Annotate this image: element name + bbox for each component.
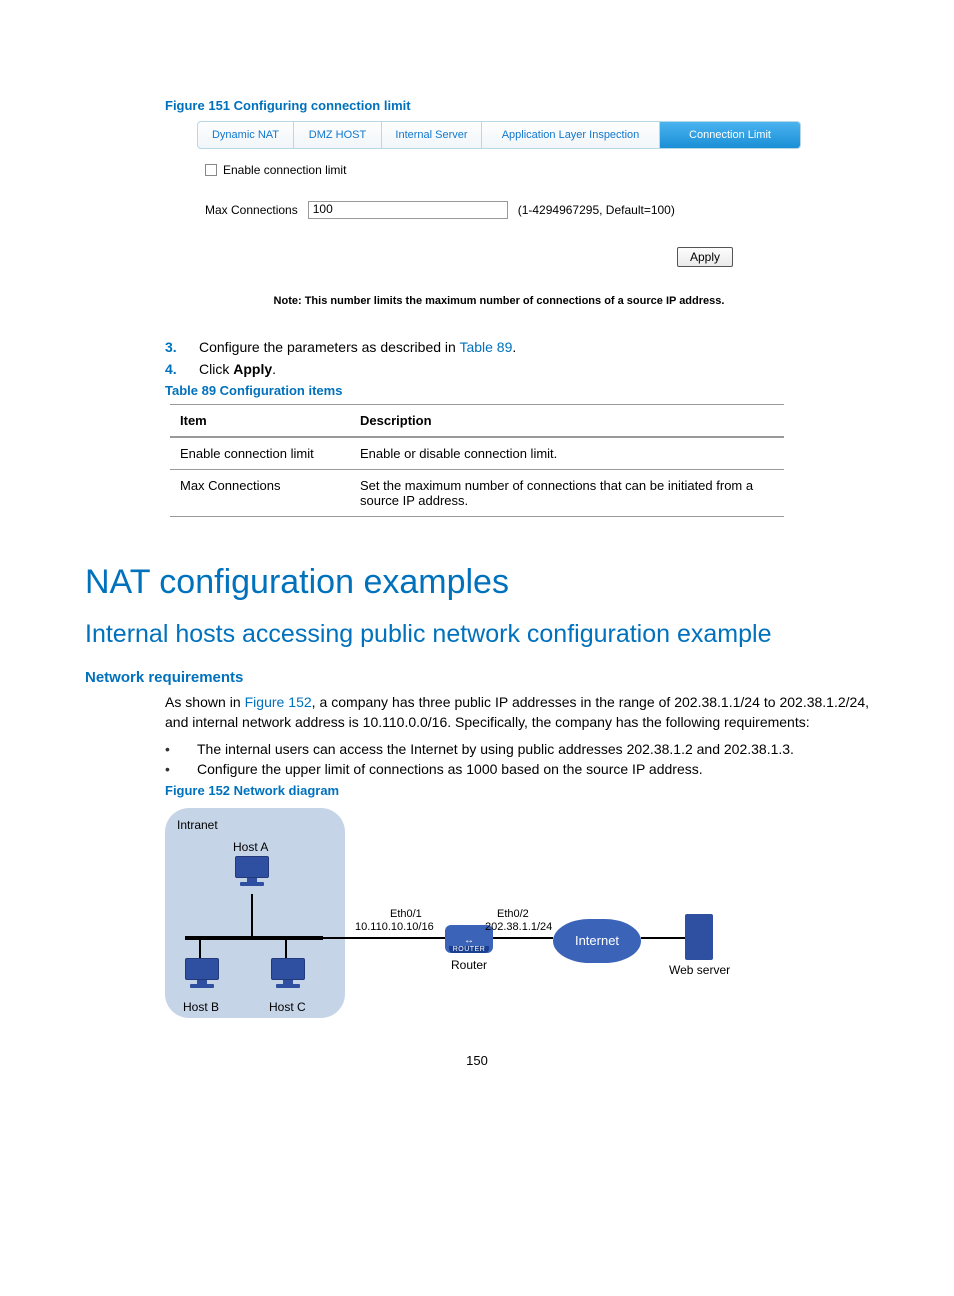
heading-internal-hosts-example: Internal hosts accessing public network … bbox=[85, 620, 869, 649]
cell-item: Max Connections bbox=[170, 470, 350, 517]
heading-nat-config-examples: NAT configuration examples bbox=[85, 563, 869, 602]
table-row: Max Connections Set the maximum number o… bbox=[170, 470, 784, 517]
bullet-2: • Configure the upper limit of connectio… bbox=[165, 761, 869, 777]
label-host-c: Host C bbox=[269, 1000, 306, 1014]
figure-151-note: Note: This number limits the maximum num… bbox=[205, 295, 793, 307]
network-req-paragraph: As shown in Figure 152, a company has th… bbox=[165, 692, 869, 733]
internet-cloud-icon: Internet bbox=[553, 919, 641, 963]
label-host-b: Host B bbox=[183, 1000, 219, 1014]
table-row: Enable connection limit Enable or disabl… bbox=[170, 437, 784, 470]
label-ip02: 202.38.1.1/24 bbox=[485, 921, 552, 933]
heading-network-requirements: Network requirements bbox=[85, 669, 869, 686]
step-text-post: . bbox=[272, 361, 276, 377]
bullet-icon: • bbox=[165, 741, 173, 757]
table-header-description: Description bbox=[350, 405, 784, 438]
label-router: Router bbox=[451, 958, 487, 972]
tab-dynamic-nat[interactable]: Dynamic NAT bbox=[198, 122, 294, 148]
label-web-server: Web server bbox=[669, 963, 730, 977]
figure-152-caption: Figure 152 Network diagram bbox=[165, 783, 869, 798]
label-eth01: Eth0/1 bbox=[390, 908, 422, 920]
wire-icon bbox=[493, 937, 553, 939]
label-eth02: Eth0/2 bbox=[497, 908, 529, 920]
step-text: Configure the parameters as described in bbox=[199, 339, 459, 355]
wire-icon bbox=[199, 938, 201, 958]
host-b-icon bbox=[181, 958, 223, 996]
bullet-icon: • bbox=[165, 761, 173, 777]
enable-connection-limit-label: Enable connection limit bbox=[223, 163, 346, 177]
tab-dmz-host[interactable]: DMZ HOST bbox=[294, 122, 382, 148]
router-tag: ROUTER bbox=[449, 946, 490, 953]
bullet-text: Configure the upper limit of connections… bbox=[197, 761, 703, 777]
step-text-post: . bbox=[512, 339, 516, 355]
bullet-1: • The internal users can access the Inte… bbox=[165, 741, 869, 757]
cell-desc: Enable or disable connection limit. bbox=[350, 437, 784, 470]
wire-icon bbox=[285, 938, 287, 958]
step-bold: Apply bbox=[233, 361, 272, 377]
table-89: Item Description Enable connection limit… bbox=[170, 404, 784, 517]
page-number: 150 bbox=[0, 1053, 954, 1068]
label-host-a: Host A bbox=[233, 840, 268, 854]
apply-button[interactable]: Apply bbox=[677, 247, 733, 267]
para-pre: As shown in bbox=[165, 694, 245, 710]
bullet-text: The internal users can access the Intern… bbox=[197, 741, 794, 757]
tab-application-layer-inspection[interactable]: Application Layer Inspection bbox=[482, 122, 660, 148]
table-89-caption: Table 89 Configuration items bbox=[165, 383, 869, 398]
cell-item: Enable connection limit bbox=[170, 437, 350, 470]
lan-bar-icon bbox=[185, 936, 323, 940]
step-text: Click bbox=[199, 361, 233, 377]
step-4: 4. Click Apply. bbox=[165, 361, 869, 377]
max-connections-label: Max Connections bbox=[205, 203, 298, 217]
tab-internal-server[interactable]: Internal Server bbox=[382, 122, 482, 148]
figure-152-diagram: Intranet Host A Host B Host C Eth0/1 10.… bbox=[165, 808, 785, 1038]
label-ip01: 10.110.10.10/16 bbox=[355, 921, 434, 933]
tab-connection-limit[interactable]: Connection Limit bbox=[660, 122, 800, 148]
figure-151-panel: Dynamic NAT DMZ HOST Internal Server App… bbox=[197, 121, 801, 315]
label-intranet: Intranet bbox=[177, 818, 218, 832]
step-3: 3. Configure the parameters as described… bbox=[165, 339, 869, 355]
wire-icon bbox=[323, 937, 445, 939]
nat-tab-bar: Dynamic NAT DMZ HOST Internal Server App… bbox=[197, 121, 801, 149]
figure-151-caption: Figure 151 Configuring connection limit bbox=[165, 98, 869, 113]
host-a-icon bbox=[231, 856, 273, 894]
cell-desc: Set the maximum number of connections th… bbox=[350, 470, 784, 517]
link-table-89[interactable]: Table 89 bbox=[459, 339, 512, 355]
link-figure-152[interactable]: Figure 152 bbox=[245, 694, 312, 710]
step-number: 4. bbox=[165, 361, 181, 377]
max-connections-hint: (1-4294967295, Default=100) bbox=[518, 203, 675, 217]
table-header-item: Item bbox=[170, 405, 350, 438]
step-list: 3. Configure the parameters as described… bbox=[165, 339, 869, 377]
max-connections-input[interactable]: 100 bbox=[308, 201, 508, 219]
web-server-icon bbox=[685, 914, 713, 960]
host-c-icon bbox=[267, 958, 309, 996]
wire-icon bbox=[641, 937, 685, 939]
wire-icon bbox=[251, 894, 253, 936]
enable-connection-limit-checkbox[interactable] bbox=[205, 164, 217, 176]
step-number: 3. bbox=[165, 339, 181, 355]
